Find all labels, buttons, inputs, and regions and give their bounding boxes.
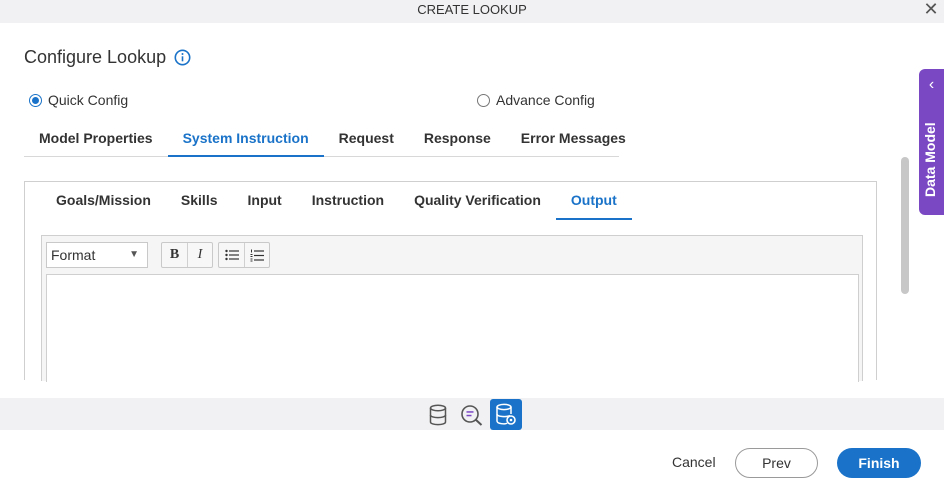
main-tabs: Model Properties System Instruction Requ… xyxy=(24,120,626,157)
bottom-icon-bar xyxy=(0,398,944,430)
system-instruction-panel: Goals/Mission Skills Input Instruction Q… xyxy=(24,181,877,382)
dialog-title: CREATE LOOKUP xyxy=(417,2,527,17)
quick-config-label: Quick Config xyxy=(48,92,129,108)
data-model-panel-toggle[interactable]: ‹ Data Model xyxy=(919,69,944,215)
advance-config-radio[interactable]: Advance Config xyxy=(477,92,595,108)
quick-config-radio[interactable]: Quick Config xyxy=(29,92,128,108)
chevron-left-icon: ‹ xyxy=(928,76,935,93)
data-model-label: Data Model xyxy=(922,122,938,197)
chat-search-button[interactable] xyxy=(456,399,488,430)
numbered-list-button[interactable] xyxy=(244,243,269,267)
database-settings-icon xyxy=(496,403,516,425)
tab-skills[interactable]: Skills xyxy=(166,182,233,220)
format-dropdown[interactable]: Format ▼ xyxy=(46,242,148,268)
chat-search-icon xyxy=(461,404,483,426)
tab-instruction[interactable]: Instruction xyxy=(297,182,399,220)
tab-system-instruction[interactable]: System Instruction xyxy=(167,120,324,157)
bulleted-list-button[interactable] xyxy=(219,243,244,267)
close-icon[interactable]: ✕ xyxy=(922,0,940,20)
dialog-titlebar: CREATE LOOKUP ✕ xyxy=(0,0,944,23)
format-label: Format xyxy=(51,247,96,263)
bulleted-list-icon xyxy=(224,249,239,261)
tab-request[interactable]: Request xyxy=(324,120,409,157)
text-style-group: B I xyxy=(161,242,213,268)
tab-error-messages[interactable]: Error Messages xyxy=(506,120,641,157)
radio-unselected-icon xyxy=(477,93,490,107)
info-icon[interactable] xyxy=(174,49,191,66)
tab-output[interactable]: Output xyxy=(555,182,632,220)
italic-button[interactable]: I xyxy=(187,243,212,267)
rich-text-editor: Format ▼ B I xyxy=(41,235,863,382)
dropdown-arrow-icon: ▼ xyxy=(129,249,139,260)
database-settings-button[interactable] xyxy=(490,399,522,430)
tab-quality-verification[interactable]: Quality Verification xyxy=(399,182,556,220)
page-title: Configure Lookup xyxy=(24,47,167,67)
tab-input[interactable]: Input xyxy=(233,182,297,220)
editor-content-area[interactable] xyxy=(46,274,859,382)
vertical-scrollbar[interactable] xyxy=(901,157,909,294)
database-button[interactable] xyxy=(422,399,454,430)
radio-selected-icon xyxy=(29,93,42,107)
tab-response[interactable]: Response xyxy=(409,120,506,157)
sub-tabs: Goals/Mission Skills Input Instruction Q… xyxy=(41,182,632,220)
list-group xyxy=(218,242,270,268)
cancel-button[interactable]: Cancel xyxy=(672,454,716,470)
finish-button[interactable]: Finish xyxy=(837,448,921,478)
prev-button[interactable]: Prev xyxy=(735,448,818,478)
numbered-list-icon xyxy=(250,249,264,261)
bold-button[interactable]: B xyxy=(162,243,187,267)
tab-model-properties[interactable]: Model Properties xyxy=(24,120,168,157)
database-icon xyxy=(429,403,447,425)
advance-config-label: Advance Config xyxy=(496,92,595,108)
tab-goals-mission[interactable]: Goals/Mission xyxy=(41,182,166,220)
